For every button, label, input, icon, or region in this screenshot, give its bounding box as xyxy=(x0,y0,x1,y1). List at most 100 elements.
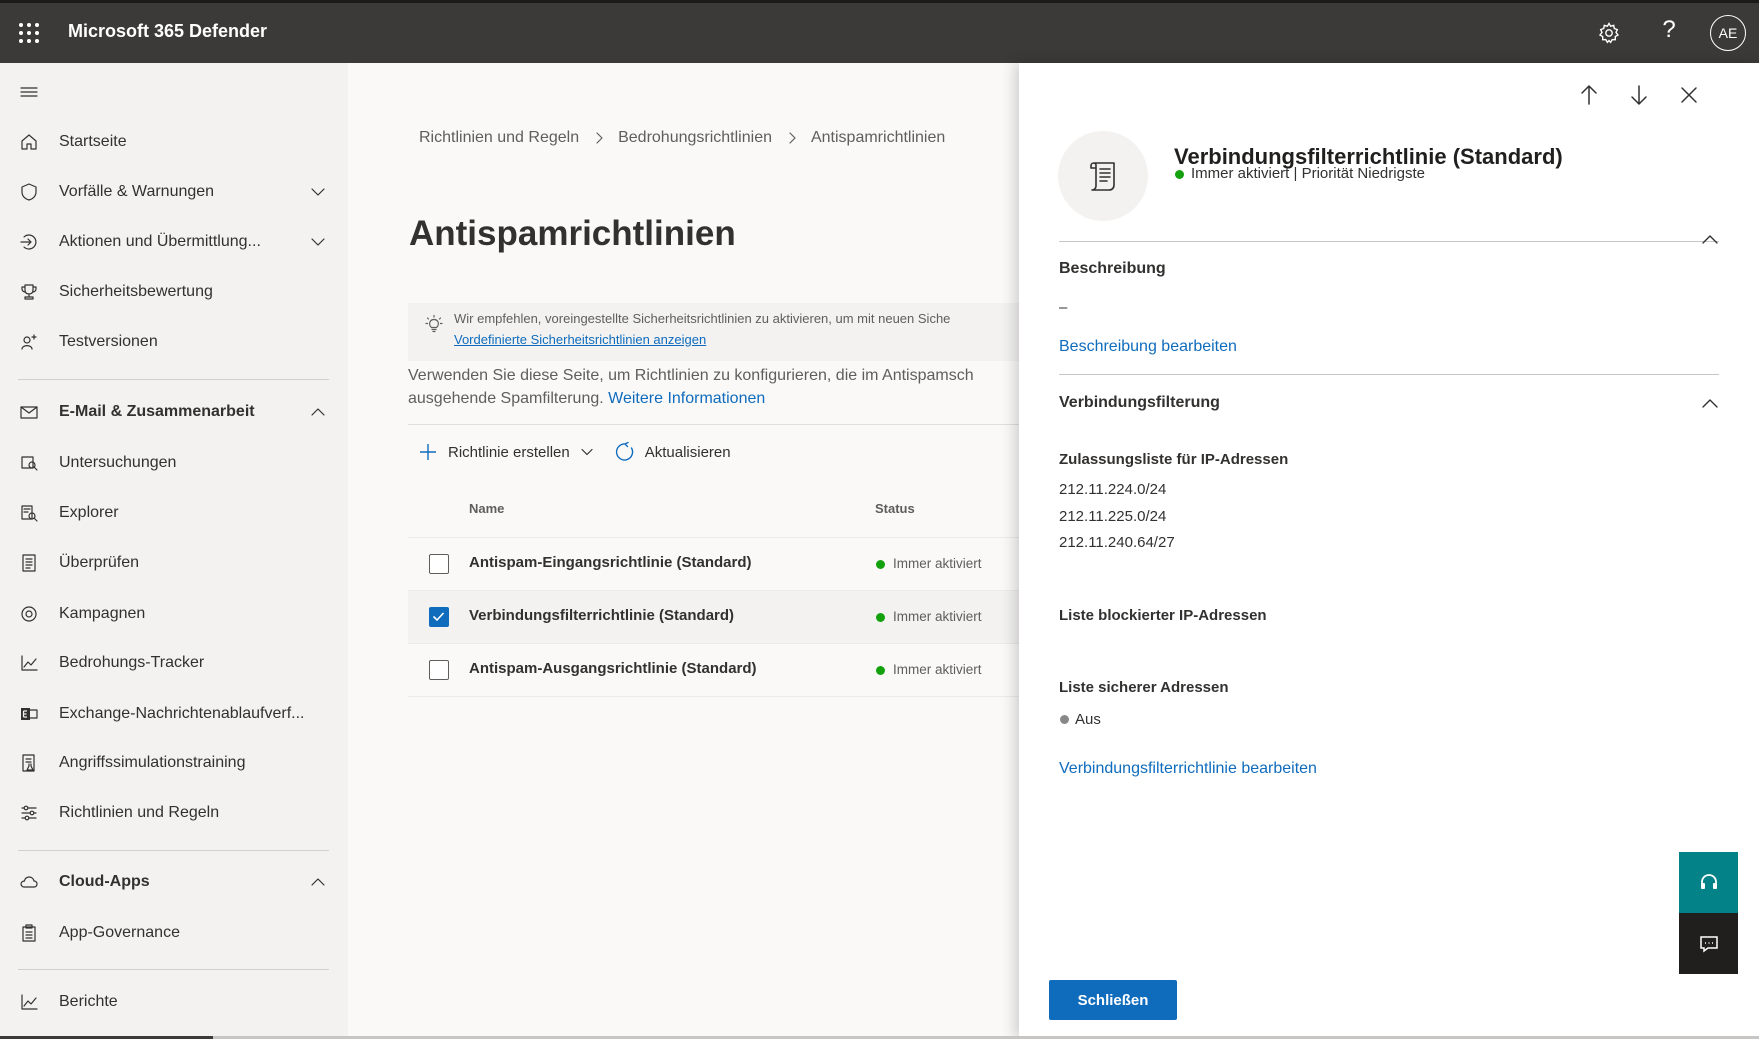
sidebar-item-kampagnen[interactable]: Kampagnen xyxy=(0,592,348,636)
clipboard-icon xyxy=(22,924,36,942)
allow-list-ip: 212.11.224.0/24 xyxy=(1059,481,1167,498)
refresh-button[interactable]: Aktualisieren xyxy=(645,444,731,461)
row-checkbox[interactable] xyxy=(429,607,449,627)
chevron-down-icon[interactable] xyxy=(310,234,326,250)
row-checkbox[interactable] xyxy=(429,660,449,680)
section-heading-connection-filter[interactable]: Verbindungsfilterung xyxy=(1059,394,1220,412)
create-policy-button[interactable]: Richtlinie erstellen xyxy=(448,444,570,461)
help-support-button[interactable] xyxy=(1679,852,1738,913)
sidebar-item-testversionen[interactable]: Testversionen xyxy=(0,320,348,364)
sidebar-item-angriffssimulation[interactable]: Angriffssimulationstraining xyxy=(0,741,348,785)
chevron-up-icon[interactable] xyxy=(1701,395,1719,413)
arrow-down-icon[interactable] xyxy=(1627,83,1651,107)
sidebar-item-exchange[interactable]: Exchange-Nachrichtenablaufverf... xyxy=(0,692,348,736)
policy-status: Immer aktiviert xyxy=(893,662,982,677)
hamburger-menu-icon[interactable] xyxy=(19,82,39,102)
sidebar-item-berichte[interactable]: Berichte xyxy=(0,980,348,1024)
preset-policies-link[interactable]: Vordefinierte Sicherheitsrichtlinien anz… xyxy=(454,332,706,347)
table-row[interactable]: Verbindungsfilterrichtlinie (Standard) I… xyxy=(408,591,1019,644)
sidebar-item-richtlinien[interactable]: Richtlinien und Regeln xyxy=(0,791,348,835)
chevron-up-icon[interactable] xyxy=(310,874,326,890)
close-icon[interactable] xyxy=(1677,83,1701,107)
breadcrumb-item[interactable]: Richtlinien und Regeln xyxy=(419,129,579,147)
policy-name[interactable]: Verbindungsfilterrichtlinie (Standard) xyxy=(469,607,734,624)
arrow-up-icon[interactable] xyxy=(1577,83,1601,107)
sidebar-item-ueberpruefen[interactable]: Überprüfen xyxy=(0,541,348,585)
status-dot xyxy=(1060,715,1069,724)
app-title[interactable]: Microsoft 365 Defender xyxy=(68,21,267,42)
shield-icon xyxy=(21,183,37,201)
checkmark-icon xyxy=(432,612,445,622)
nav-collapse-button[interactable] xyxy=(0,70,348,114)
actions-icon xyxy=(20,234,37,250)
chevron-down-icon[interactable] xyxy=(310,184,326,200)
sidebar-item-vorfaelle[interactable]: Vorfälle & Warnungen xyxy=(0,170,348,214)
sidebar-item-label: Vorfälle & Warnungen xyxy=(59,183,215,200)
app-launcher-icon[interactable] xyxy=(18,22,40,44)
table-row[interactable]: Antispam-Eingangsrichtlinie (Standard) I… xyxy=(408,538,1019,591)
home-icon xyxy=(21,134,37,150)
safe-list-value: Aus xyxy=(1075,711,1101,728)
sidebar-item-label: Überprüfen xyxy=(59,554,140,571)
chevron-down-icon[interactable] xyxy=(580,445,594,459)
sidebar-group-label: E-Mail & Zusammenarbeit xyxy=(59,403,255,420)
sidebar-group-cloud-apps[interactable]: Cloud-Apps xyxy=(0,860,348,904)
sidebar-item-label: Richtlinien und Regeln xyxy=(59,804,220,821)
close-button[interactable]: Schließen xyxy=(1049,980,1177,1020)
exchange-icon xyxy=(21,708,38,720)
allow-list-ip: 212.11.225.0/24 xyxy=(1059,508,1167,525)
description-value: – xyxy=(1059,299,1068,316)
feedback-button[interactable] xyxy=(1679,913,1738,974)
sidebar-item-untersuchungen[interactable]: Untersuchungen xyxy=(0,441,348,485)
column-header-status[interactable]: Status xyxy=(875,501,915,516)
policy-document-icon xyxy=(1090,162,1115,191)
sidebar-item-label: Testversionen xyxy=(59,333,158,350)
description-text: ausgehende Spamfilterung. xyxy=(408,390,604,407)
threat-tracker-icon xyxy=(21,655,38,671)
chevron-up-icon[interactable] xyxy=(310,404,326,420)
edit-description-link[interactable]: Beschreibung bearbeiten xyxy=(1059,338,1237,356)
sidebar-item-label: Sicherheitsbewertung xyxy=(59,283,213,300)
sidebar-item-app-governance[interactable]: App-Governance xyxy=(0,911,348,955)
table-row[interactable]: Antispam-Ausgangsrichtlinie (Standard) I… xyxy=(408,644,1019,697)
toolbar: Richtlinie erstellen Aktualisieren xyxy=(417,438,731,466)
avatar-initials: AE xyxy=(1718,25,1738,41)
sidebar-item-explorer[interactable]: Explorer xyxy=(0,491,348,535)
column-header-name[interactable]: Name xyxy=(469,501,504,516)
cloud-icon xyxy=(20,876,38,888)
refresh-icon[interactable] xyxy=(614,441,636,463)
chevron-right-icon xyxy=(596,132,603,144)
sidebar-item-aktionen[interactable]: Aktionen und Übermittlung... xyxy=(0,220,348,264)
explorer-icon xyxy=(21,505,38,522)
sidebar-item-sicherheitsbewertung[interactable]: Sicherheitsbewertung xyxy=(0,270,348,314)
plus-icon[interactable] xyxy=(417,441,439,463)
chevron-up-icon[interactable] xyxy=(1701,231,1719,249)
sidebar-item-startseite[interactable]: Startseite xyxy=(0,120,348,164)
settings-gear-icon[interactable] xyxy=(1597,21,1621,45)
learn-more-link[interactable]: Weitere Informationen xyxy=(608,390,765,407)
breadcrumb-current: Antispamrichtlinien xyxy=(810,129,946,146)
avatar[interactable]: AE xyxy=(1710,15,1746,51)
policy-name[interactable]: Antispam-Eingangsrichtlinie (Standard) xyxy=(469,554,752,571)
sidebar-item-bedrohungs-tracker[interactable]: Bedrohungs-Tracker xyxy=(0,641,348,685)
help-icon[interactable]: ? xyxy=(1657,16,1681,44)
status-dot xyxy=(876,560,885,569)
edit-connection-filter-link[interactable]: Verbindungsfilterrichtlinie bearbeiten xyxy=(1059,760,1317,778)
status-dot xyxy=(1175,170,1184,179)
sidebar-group-label: Cloud-Apps xyxy=(59,873,150,890)
policy-sliders-icon xyxy=(21,805,37,821)
sidebar-item-label: Bedrohungs-Tracker xyxy=(59,654,205,671)
breadcrumb-item[interactable]: Bedrohungsrichtlinien xyxy=(618,129,772,147)
policy-status: Immer aktiviert xyxy=(893,556,982,571)
banner-text: Wir empfehlen, voreingestellte Sicherhei… xyxy=(454,311,951,326)
allow-list-ip: 212.11.240.64/27 xyxy=(1059,534,1175,551)
trials-icon xyxy=(21,334,37,350)
policy-name[interactable]: Antispam-Ausgangsrichtlinie (Standard) xyxy=(469,660,757,677)
sidebar-group-email[interactable]: E-Mail & Zusammenarbeit xyxy=(0,390,348,434)
row-checkbox[interactable] xyxy=(429,554,449,574)
description-line: Verwenden Sie diese Seite, um Richtlinie… xyxy=(408,367,974,384)
simulation-icon xyxy=(22,754,35,772)
divider xyxy=(408,424,1019,425)
section-heading-description[interactable]: Beschreibung xyxy=(1059,260,1166,278)
sidebar-item-label: Berichte xyxy=(59,993,118,1010)
